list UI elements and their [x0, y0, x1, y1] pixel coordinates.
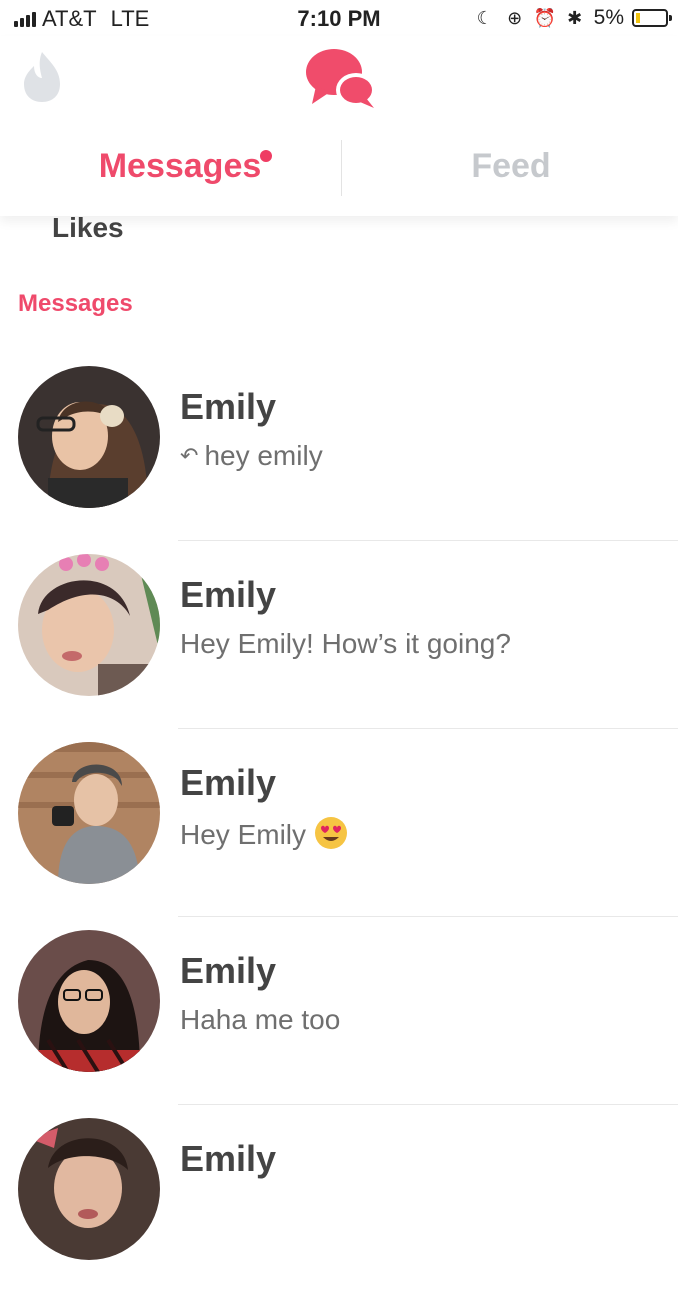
chat-bubbles-icon[interactable]: [304, 46, 378, 112]
tab-feed-label: Feed: [471, 147, 551, 185]
contact-name: Emily: [180, 950, 277, 991]
flame-icon[interactable]: [20, 50, 64, 104]
tab-feed[interactable]: Feed: [342, 136, 678, 196]
avatar[interactable]: [18, 930, 160, 1072]
message-preview: ↶ hey emily: [180, 440, 323, 472]
contact-name: Emily: [180, 1138, 277, 1179]
contact-name: Emily: [180, 574, 277, 615]
tab-bar: Messages Feed: [0, 136, 678, 196]
battery-percent: 5%: [593, 6, 624, 29]
message-preview-text: Hey Emily: [180, 819, 307, 850]
contact-name: Emily: [180, 386, 277, 427]
message-row[interactable]: Emily Hey Emily! How’s it going?: [0, 554, 678, 742]
top-nav: Messages Feed: [0, 36, 678, 216]
message-preview-text: Haha me too: [180, 1004, 341, 1035]
likes-label[interactable]: Likes: [52, 212, 124, 244]
status-bar: AT&T LTE 7:10 PM ☾ ⊕ ⏰ ✱ 5%: [0, 0, 678, 36]
avatar[interactable]: [18, 1118, 160, 1260]
heart-eyes-emoji-icon: [315, 817, 348, 849]
message-row[interactable]: Emily Haha me too: [0, 930, 678, 1118]
tab-messages-label: Messages: [98, 147, 262, 185]
bluetooth-icon: ✱: [567, 8, 583, 28]
message-row[interactable]: Emily: [0, 1118, 678, 1306]
notification-dot: [260, 150, 272, 162]
tab-divider: [341, 140, 342, 196]
rotation-lock-icon: ⊕: [507, 8, 523, 28]
avatar[interactable]: [18, 554, 160, 696]
contact-name: Emily: [180, 762, 277, 803]
row-divider: [178, 540, 678, 541]
battery-icon: [632, 9, 672, 27]
avatar[interactable]: [18, 742, 160, 884]
message-preview: Hey Emily: [180, 816, 348, 851]
status-right: ☾ ⊕ ⏰ ✱ 5%: [474, 6, 672, 30]
alarm-icon: ⏰: [533, 8, 557, 28]
message-preview-text: Hey Emily! How’s it going?: [180, 628, 511, 659]
message-row[interactable]: Emily Hey Emily: [0, 742, 678, 930]
message-row[interactable]: Emily ↶ hey emily: [0, 366, 678, 554]
row-divider: [178, 1104, 678, 1105]
reply-arrow-icon: ↶: [180, 443, 199, 468]
message-preview: Haha me too: [180, 1004, 340, 1036]
row-divider: [178, 728, 678, 729]
moon-icon: ☾: [476, 8, 493, 28]
messages-heading: Messages: [18, 290, 133, 317]
message-preview-text: hey emily: [204, 440, 323, 471]
row-divider: [178, 916, 678, 917]
tab-messages[interactable]: Messages: [40, 136, 320, 196]
message-preview: Hey Emily! How’s it going?: [180, 628, 511, 660]
avatar[interactable]: [18, 366, 160, 508]
